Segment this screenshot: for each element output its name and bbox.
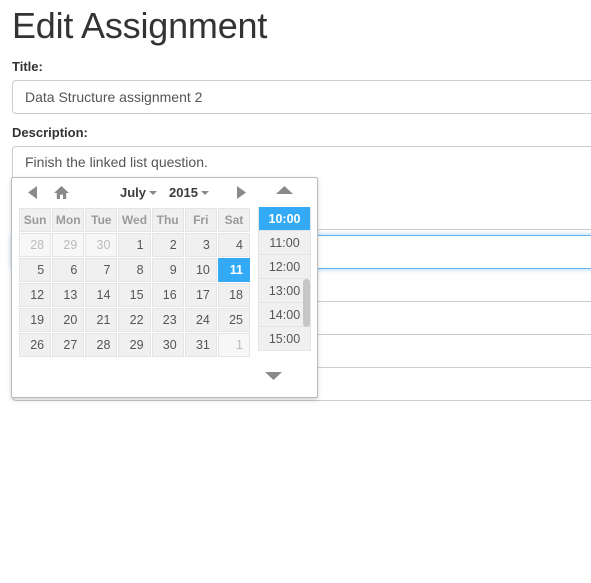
calendar-day-selected[interactable]: 11 [217, 258, 250, 282]
calendar-day[interactable]: 6 [52, 258, 85, 282]
calendar-day[interactable]: 25 [217, 308, 250, 332]
weekday-header: Wed [118, 208, 151, 232]
calendar-day[interactable]: 13 [52, 283, 85, 307]
calendar-day[interactable]: 17 [184, 283, 217, 307]
calendar-day[interactable]: 21 [85, 308, 118, 332]
time-list-wrapper[interactable]: 10:00 11:00 12:00 13:00 14:00 15:00 [258, 207, 311, 358]
title-label: Title: [12, 59, 43, 74]
calendar-day[interactable]: 26 [19, 333, 52, 357]
calendar-day[interactable]: 3 [184, 233, 217, 257]
edit-assignment-page: Edit Assignment Title: Description: Fini… [0, 0, 591, 583]
calendar-day[interactable]: 9 [151, 258, 184, 282]
calendar-day[interactable]: 31 [184, 333, 217, 357]
calendar-day[interactable]: 29 [118, 333, 151, 357]
calendar-week-row: 26 27 28 29 30 31 1 [19, 333, 250, 357]
calendar-day[interactable]: 5 [19, 258, 52, 282]
calendar-day[interactable]: 24 [184, 308, 217, 332]
weekday-header: Fri [184, 208, 217, 232]
time-list-scrollbar-thumb[interactable] [303, 279, 310, 327]
datetime-picker-popup[interactable]: July 2015 Sun Mon Tue Wed Thu Fri Sat 28 29 30 1 2… [11, 177, 318, 398]
time-option[interactable]: 12:00 [259, 254, 310, 279]
time-option-selected[interactable]: 10:00 [259, 207, 310, 231]
year-label: 2015 [169, 185, 198, 200]
month-label: July [120, 185, 147, 200]
weekday-header: Sat [217, 208, 250, 232]
weekday-header: Thu [151, 208, 184, 232]
calendar-day[interactable]: 23 [151, 308, 184, 332]
calendar-day[interactable]: 1 [118, 233, 151, 257]
calendar-day[interactable]: 10 [184, 258, 217, 282]
calendar-day[interactable]: 18 [217, 283, 250, 307]
calendar-day[interactable]: 22 [118, 308, 151, 332]
calendar-day[interactable]: 28 [85, 333, 118, 357]
calendar-day[interactable]: 15 [118, 283, 151, 307]
calendar-week-row: 12 13 14 15 16 17 18 [19, 283, 250, 307]
datepicker-switchers: July 2015 [120, 178, 209, 207]
calendar-day[interactable]: 12 [19, 283, 52, 307]
weekday-header: Mon [52, 208, 85, 232]
chevron-down-icon [149, 191, 158, 195]
calendar-weekday-row: Sun Mon Tue Wed Thu Fri Sat [19, 208, 250, 232]
calendar-day[interactable]: 28 [19, 233, 52, 257]
year-switcher[interactable]: 2015 [169, 185, 209, 200]
calendar-day[interactable]: 7 [85, 258, 118, 282]
time-option[interactable]: 11:00 [259, 230, 310, 255]
datepicker-body: Sun Mon Tue Wed Thu Fri Sat 28 29 30 1 2 3 4 5 6 7 8 9 10 1… [12, 207, 317, 358]
calendar-day[interactable]: 4 [217, 233, 250, 257]
calendar-week-row: 5 6 7 8 9 10 11 [19, 258, 250, 282]
weekday-header: Sun [19, 208, 52, 232]
calendar-week-row: 19 20 21 22 23 24 25 [19, 308, 250, 332]
triangle-right-icon[interactable] [230, 181, 252, 203]
triangle-down-icon[interactable] [265, 368, 282, 386]
calendar-day[interactable]: 1 [217, 333, 250, 357]
month-switcher[interactable]: July [120, 185, 158, 200]
home-icon[interactable] [50, 182, 72, 204]
triangle-left-icon[interactable] [22, 182, 44, 204]
calendar-day[interactable]: 30 [85, 233, 118, 257]
calendar-day[interactable]: 29 [52, 233, 85, 257]
calendar-grid[interactable]: Sun Mon Tue Wed Thu Fri Sat 28 29 30 1 2 3 4 5 6 7 8 9 10 1… [18, 207, 251, 358]
calendar-day[interactable]: 16 [151, 283, 184, 307]
description-label: Description: [12, 125, 88, 140]
title-input[interactable] [12, 80, 591, 114]
calendar-day[interactable]: 30 [151, 333, 184, 357]
chevron-down-icon [200, 191, 209, 195]
calendar-day[interactable]: 19 [19, 308, 52, 332]
time-option[interactable]: 15:00 [259, 326, 310, 351]
calendar-day[interactable]: 20 [52, 308, 85, 332]
calendar-week-row: 28 29 30 1 2 3 4 [19, 233, 250, 257]
calendar-day[interactable]: 14 [85, 283, 118, 307]
weekday-header: Tue [85, 208, 118, 232]
triangle-up-icon[interactable] [276, 182, 293, 200]
time-list[interactable]: 10:00 11:00 12:00 13:00 14:00 15:00 [258, 207, 311, 351]
calendar-day[interactable]: 8 [118, 258, 151, 282]
datepicker-header: July 2015 [12, 178, 317, 207]
page-title: Edit Assignment [12, 5, 268, 46]
calendar-day[interactable]: 27 [52, 333, 85, 357]
calendar-day[interactable]: 2 [151, 233, 184, 257]
